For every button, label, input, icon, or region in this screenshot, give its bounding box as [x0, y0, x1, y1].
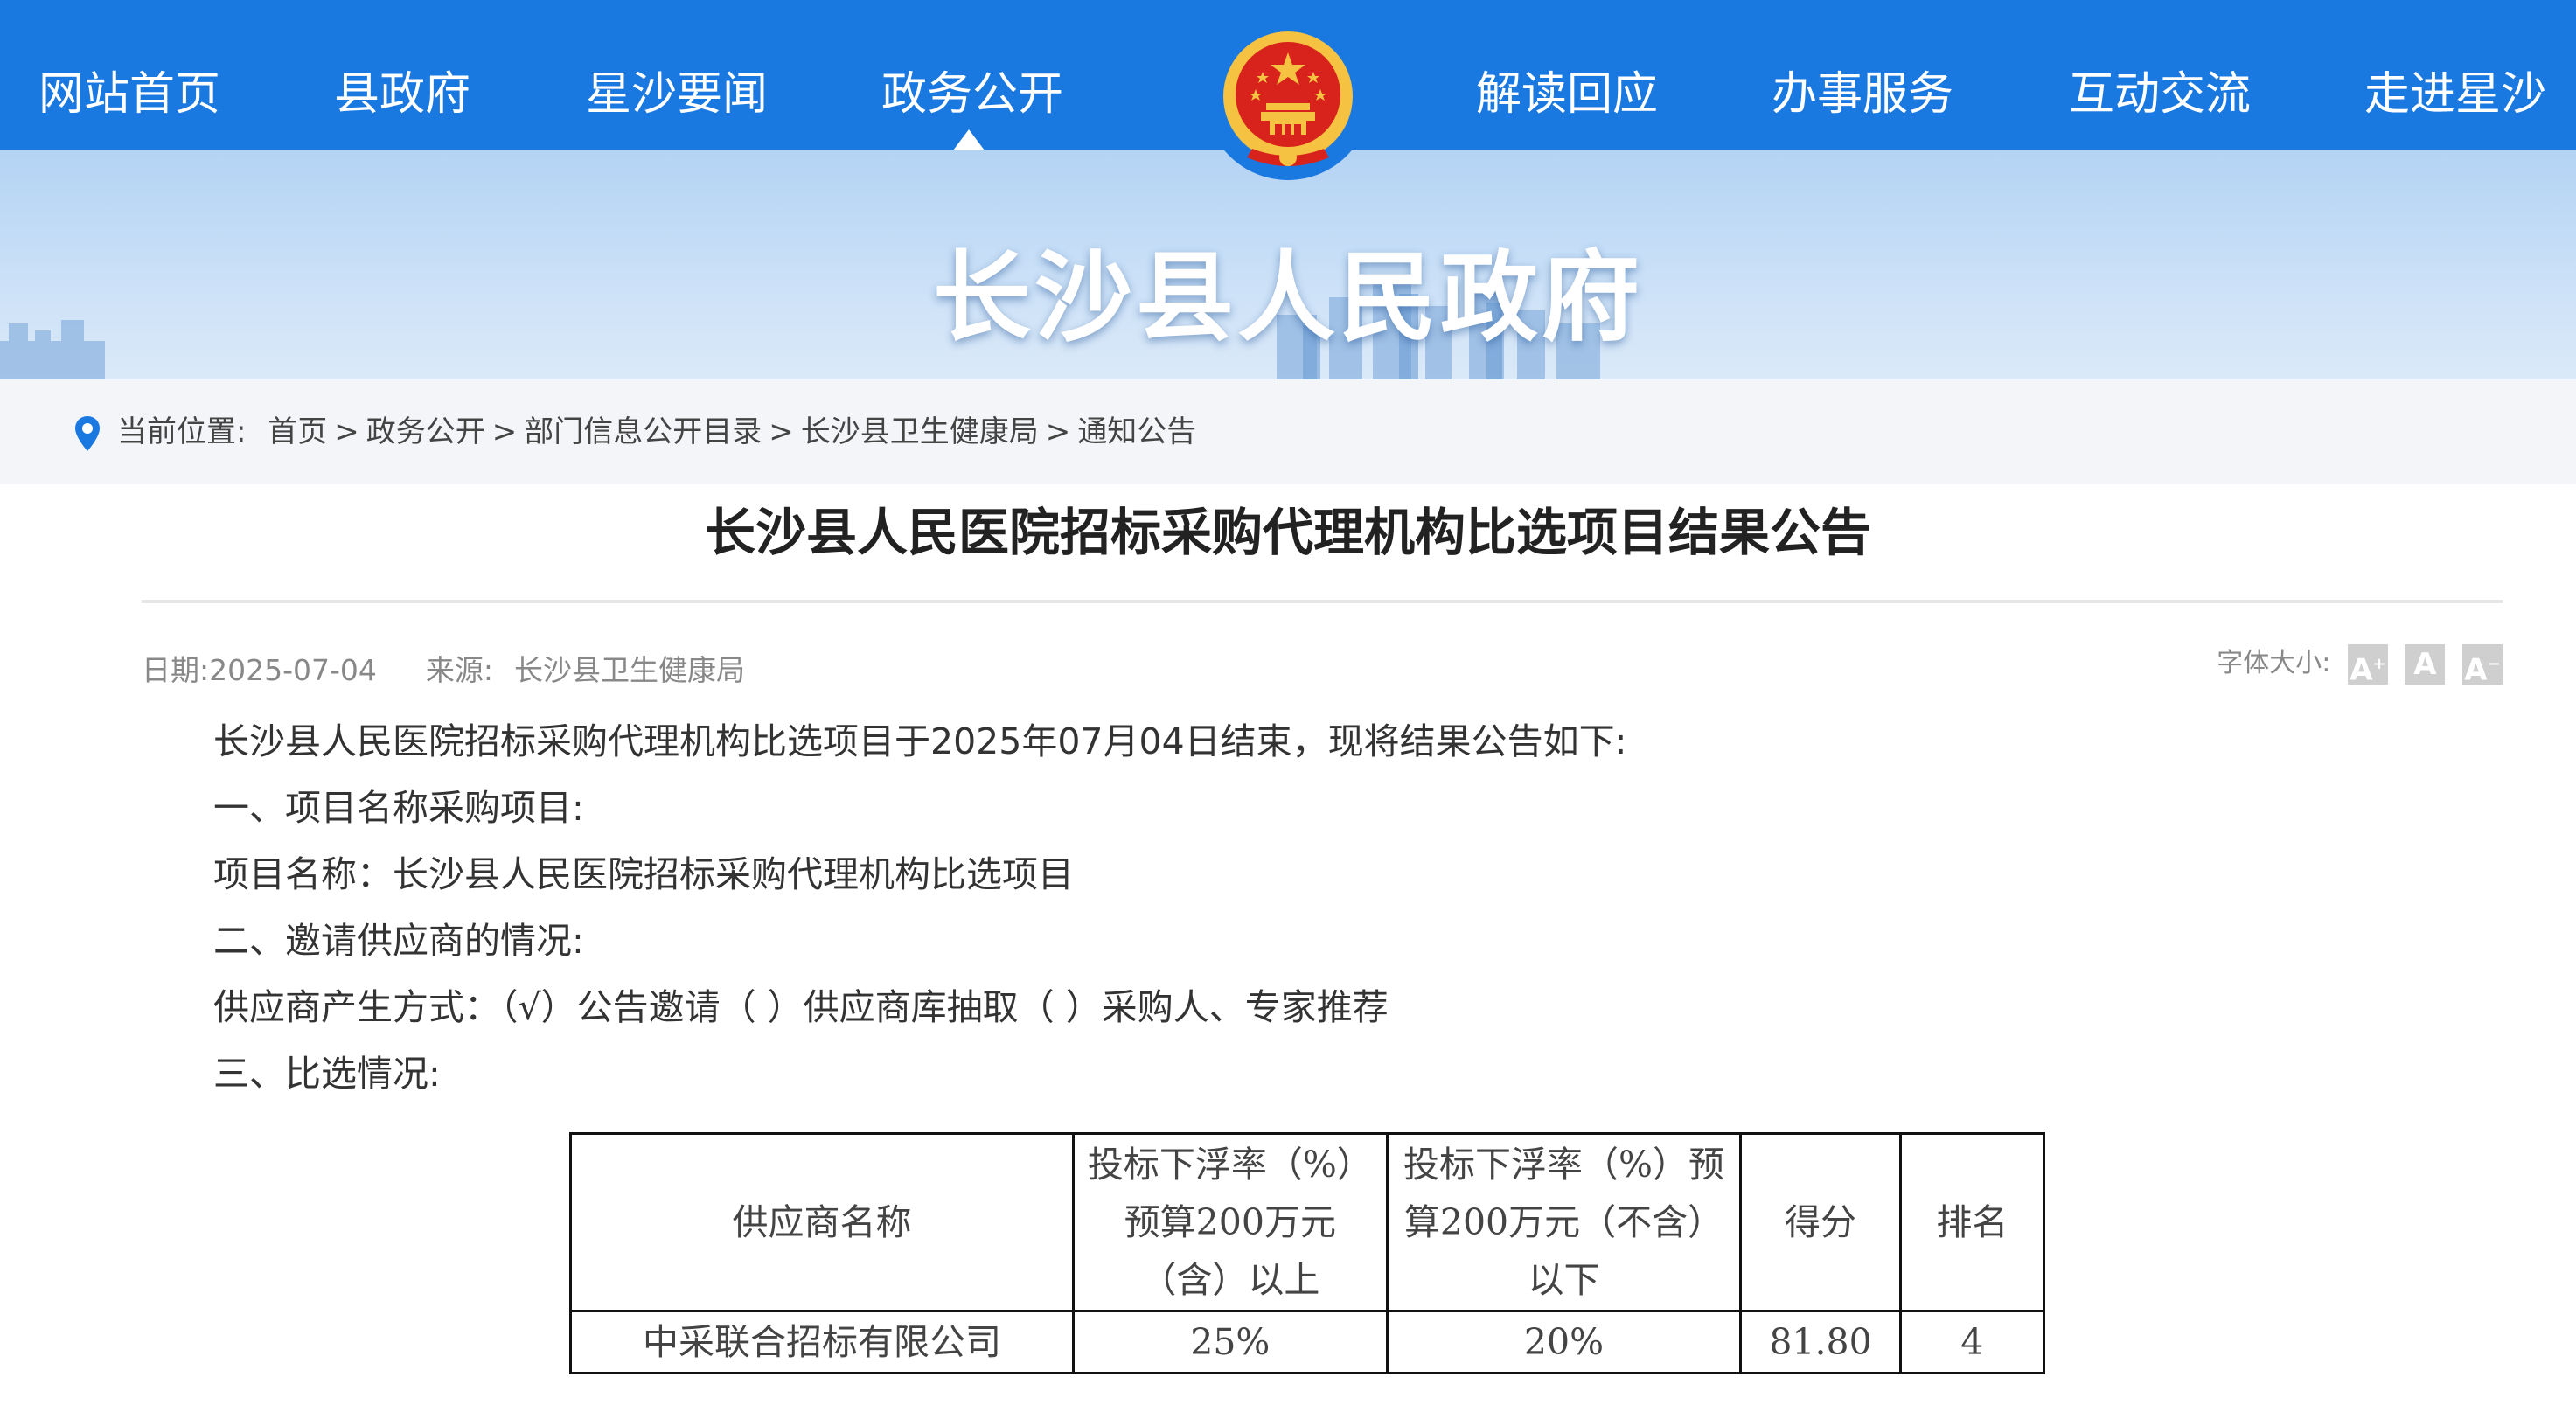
cell-rate-above: 25%: [1072, 1310, 1389, 1374]
nav-item-county-government[interactable]: 县政府: [334, 59, 470, 129]
publish-date: 2025-07-04: [209, 653, 377, 687]
nav-item-services[interactable]: 办事服务: [1772, 59, 1953, 129]
nav-item-government-affairs[interactable]: 政务公开: [881, 59, 1063, 129]
paragraph-project-name: 项目名称：长沙县人民医院招标采购代理机构比选项目: [213, 853, 1074, 895]
header-rank: 排名: [1898, 1132, 2046, 1312]
breadcrumb-separator: >: [769, 414, 794, 449]
header-rate-below: 投标下浮率（%）预算200万元（不含）以下: [1385, 1132, 1743, 1312]
breadcrumb: 当前位置: 首页 > 政务公开 > 部门信息公开目录 > 长沙县卫生健康局 > 通知公告: [75, 406, 1196, 458]
nav-item-home[interactable]: 网站首页: [38, 59, 220, 129]
paragraph-section-1: 一、项目名称采购项目:: [213, 787, 584, 829]
table-header-row: 供应商名称 投标下浮率（%）预算200万元（含）以上 投标下浮率（%）预算200…: [568, 1132, 2046, 1312]
breadcrumb-separator: >: [1045, 414, 1071, 449]
breadcrumb-prefix: 当前位置:: [117, 414, 247, 449]
header-score: 得分: [1739, 1132, 1902, 1312]
font-increase-button[interactable]: A+: [2347, 643, 2388, 687]
article-meta: 日期:2025-07-04 来源: 长沙县卫生健康局: [142, 647, 745, 689]
nav-active-indicator: [953, 129, 985, 150]
font-decrease-button[interactable]: A−: [2462, 643, 2503, 687]
cell-score: 81.80: [1739, 1310, 1902, 1374]
font-size-label: 字体大小:: [2217, 648, 2331, 678]
nav-item-interpretation[interactable]: 解读回应: [1476, 59, 1658, 129]
cell-rank: 4: [1898, 1310, 2046, 1374]
breadcrumb-link-home[interactable]: 首页: [268, 414, 327, 449]
table-row: 中采联合招标有限公司 25% 20% 81.80 4: [568, 1310, 2046, 1374]
article-body: 长沙县人民医院招标采购代理机构比选项目于2025年07月04日结束，现将结果公告…: [213, 713, 2487, 1111]
title-divider: [142, 600, 2503, 603]
paragraph-section-2: 二、邀请供应商的情况:: [213, 920, 584, 962]
source-label: 来源:: [425, 653, 494, 687]
header-rate-above: 投标下浮率（%）预算200万元（含）以上: [1072, 1132, 1389, 1312]
breadcrumb-link-health-bureau[interactable]: 长沙县卫生健康局: [801, 414, 1039, 449]
font-reset-button[interactable]: A: [2405, 643, 2446, 685]
date-label: 日期:: [142, 653, 210, 687]
site-title: 长沙县人民政府: [933, 241, 1643, 355]
breadcrumb-separator: >: [334, 414, 359, 449]
breadcrumb-link-government-affairs[interactable]: 政务公开: [366, 414, 485, 449]
paragraph-intro: 长沙县人民医院招标采购代理机构比选项目于2025年07月04日结束，现将结果公告…: [213, 720, 1627, 762]
cell-supplier-name: 中采联合招标有限公司: [568, 1310, 1076, 1374]
header-supplier-name: 供应商名称: [568, 1132, 1076, 1312]
paragraph-section-3: 三、比选情况:: [213, 1053, 441, 1095]
breadcrumb-bar: 当前位置: 首页 > 政务公开 > 部门信息公开目录 > 长沙县卫生健康局 > 通知公告: [0, 379, 2576, 484]
font-size-control: 字体大小: A+ A A−: [2217, 642, 2503, 687]
cell-rate-below: 20%: [1385, 1310, 1743, 1374]
article-title: 长沙县人民医院招标采购代理机构比选项目结果公告: [704, 503, 1871, 562]
breadcrumb-link-department-directory[interactable]: 部门信息公开目录: [524, 414, 762, 449]
results-table: 供应商名称 投标下浮率（%）预算200万元（含）以上 投标下浮率（%）预算200…: [568, 1132, 2046, 1374]
location-pin-icon: [75, 415, 100, 451]
emblem-container: [1205, 0, 1371, 180]
paragraph-supplier-method: 供应商产生方式：（√）公告邀请（ ）供应商库抽取（ ）采购人、专家推荐: [213, 986, 1389, 1028]
breadcrumb-separator: >: [491, 414, 518, 449]
nav-item-about-xingsha[interactable]: 走进星沙: [2364, 59, 2546, 129]
breadcrumb-link-notices[interactable]: 通知公告: [1077, 414, 1196, 449]
nav-item-interaction[interactable]: 互动交流: [2069, 59, 2251, 129]
nav-item-xingsha-news[interactable]: 星沙要闻: [586, 59, 768, 129]
national-emblem-icon: [1223, 31, 1353, 166]
source-value: 长沙县卫生健康局: [514, 653, 746, 687]
